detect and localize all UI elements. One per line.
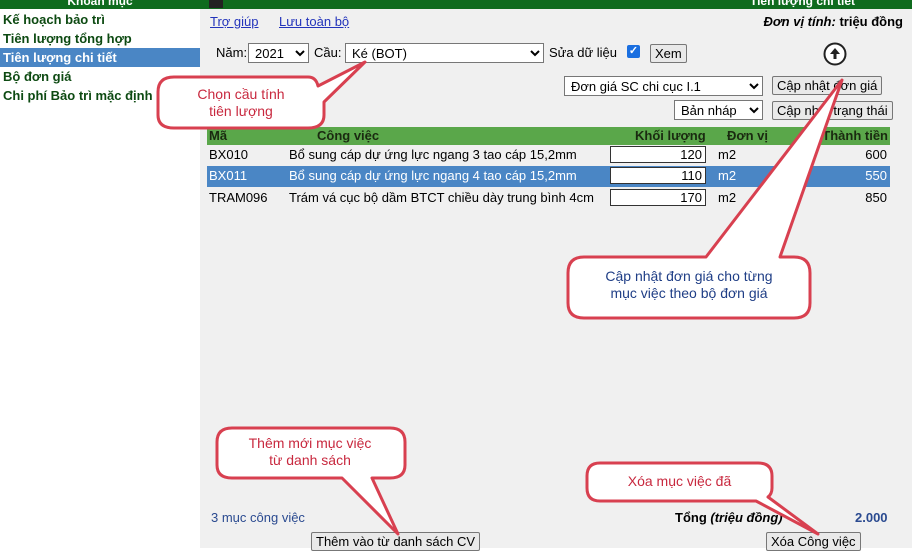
callout-line: Chọn cầu tính: [197, 86, 285, 102]
callout-add-new: Thêm mới mục việc từ danh sách: [222, 435, 398, 469]
callout-line: từ danh sách: [269, 452, 351, 468]
callout-line: tiên lượng: [209, 103, 273, 119]
callout-delete: Xóa mục việc đã: [627, 473, 732, 489]
callout-line: Cập nhật đơn giá cho từng: [605, 268, 773, 284]
callout-line: mục việc theo bộ đơn giá: [610, 285, 768, 301]
callout-line: Thêm mới mục việc: [248, 435, 372, 451]
callout-update-price: Cập nhật đơn giá cho từng mục việc theo …: [575, 268, 803, 302]
callout-choose-bridge: Chọn cầu tính tiên lượng: [165, 86, 317, 120]
